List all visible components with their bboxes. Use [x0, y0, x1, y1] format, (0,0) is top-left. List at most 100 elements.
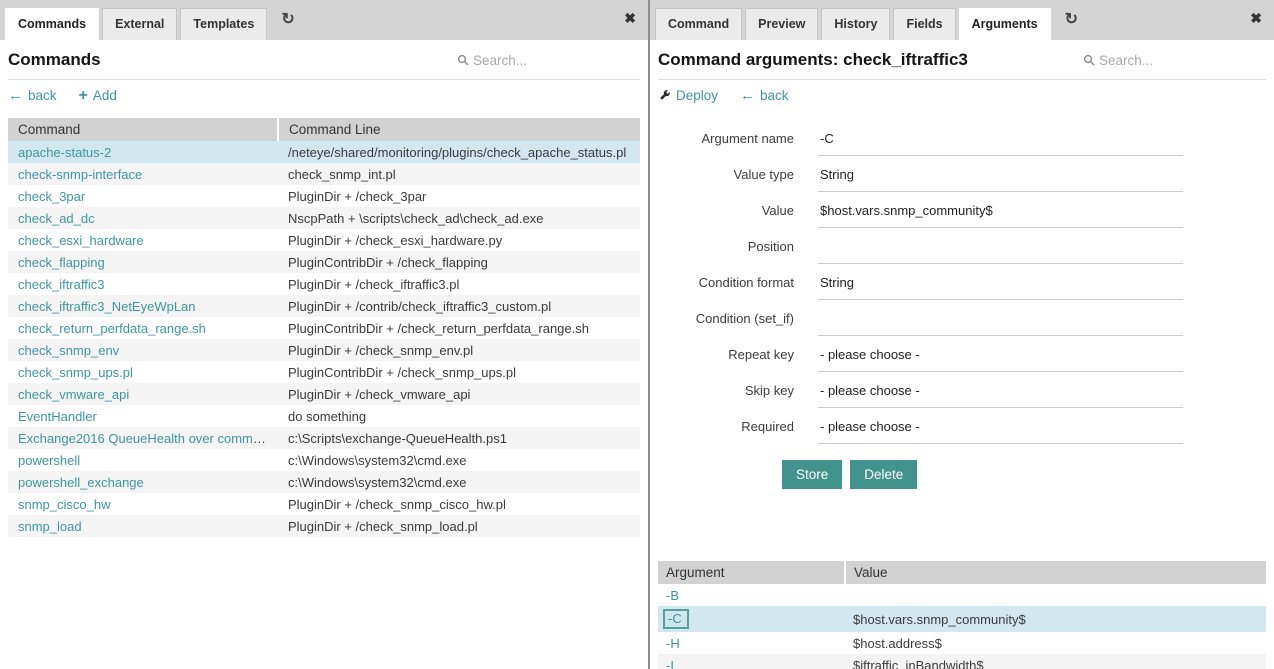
table-row[interactable]: -H $host.address$ — [658, 632, 1266, 654]
tab-commands[interactable]: Commands — [5, 8, 99, 40]
command-cell: apache-status-2 — [8, 141, 278, 163]
tab-command[interactable]: Command — [655, 8, 742, 40]
field-input[interactable] — [818, 302, 1183, 336]
table-row[interactable]: check_iftraffic3PluginDir + /check_iftra… — [8, 273, 640, 295]
left-tab-bar: CommandsExternalTemplates ↻ ✖ — [0, 0, 648, 40]
table-row[interactable]: powershell_exchangec:\Windows\system32\c… — [8, 471, 640, 493]
command-cell: check-snmp-interface — [8, 163, 278, 185]
command-link[interactable]: snmp_load — [18, 519, 82, 534]
tab-templates[interactable]: Templates — [180, 8, 267, 40]
table-row[interactable]: -C$host.vars.snmp_community$ — [658, 606, 1266, 632]
table-row[interactable]: check-snmp-interfacecheck_snmp_int.pl — [8, 163, 640, 185]
command-cell: check_flapping — [8, 251, 278, 273]
command-cell: powershell — [8, 449, 278, 471]
command-link[interactable]: check_snmp_ups.pl — [18, 365, 133, 380]
table-row[interactable]: check_esxi_hardwarePluginDir + /check_es… — [8, 229, 640, 251]
refresh-icon[interactable]: ↻ — [1065, 12, 1078, 28]
tab-fields[interactable]: Fields — [893, 8, 955, 40]
delete-button[interactable]: Delete — [850, 460, 917, 489]
table-row[interactable]: check_3parPluginDir + /check_3par — [8, 185, 640, 207]
field-input[interactable]: $host.vars.snmp_community$ — [818, 194, 1183, 228]
command-link[interactable]: Exchange2016 QueueHealth over command — [18, 431, 275, 446]
field-input[interactable]: String — [818, 266, 1183, 300]
command-link[interactable]: EventHandler — [18, 409, 97, 424]
page-title: Command arguments: check_iftraffic3 — [658, 50, 968, 70]
command-line-cell: PluginDir + /check_snmp_cisco_hw.pl — [278, 493, 640, 515]
argument-value-cell: $host.address$ — [845, 632, 1266, 654]
form-row: Value$host.vars.snmp_community$ — [658, 194, 1266, 230]
field-label: Skip key — [658, 374, 818, 410]
argument-cell: -C — [658, 606, 845, 632]
command-cell: powershell_exchange — [8, 471, 278, 493]
tab-external[interactable]: External — [102, 8, 177, 40]
table-row[interactable]: apache-status-2/neteye/shared/monitoring… — [8, 141, 640, 163]
table-row[interactable]: check_ad_dcNscpPath + \scripts\check_ad\… — [8, 207, 640, 229]
command-link[interactable]: check-snmp-interface — [18, 167, 142, 182]
command-link[interactable]: powershell — [18, 453, 80, 468]
command-link[interactable]: check_return_perfdata_range.sh — [18, 321, 206, 336]
command-line-cell: c:\Windows\system32\cmd.exe — [278, 449, 640, 471]
command-cell: check_iftraffic3_NetEyeWpLan — [8, 295, 278, 317]
plus-icon: + — [79, 89, 88, 102]
command-link[interactable]: check_iftraffic3_NetEyeWpLan — [18, 299, 196, 314]
command-link[interactable]: check_vmware_api — [18, 387, 129, 402]
tab-arguments[interactable]: Arguments — [959, 8, 1051, 40]
tab-preview[interactable]: Preview — [745, 8, 818, 40]
add-link[interactable]: + Add — [79, 88, 117, 103]
command-link[interactable]: check_esxi_hardware — [18, 233, 144, 248]
close-icon[interactable]: ✖ — [1250, 11, 1262, 25]
store-button[interactable]: Store — [782, 460, 842, 489]
field-input[interactable]: - please choose - — [818, 410, 1183, 444]
command-link[interactable]: check_3par — [18, 189, 85, 204]
tab-history[interactable]: History — [821, 8, 890, 40]
search-input[interactable] — [473, 53, 633, 68]
argument-cell: -I — [658, 654, 845, 669]
command-link[interactable]: check_flapping — [18, 255, 105, 270]
command-cell: Exchange2016 QueueHealth over command — [8, 427, 278, 449]
table-row[interactable]: Exchange2016 QueueHealth over commandc:\… — [8, 427, 640, 449]
refresh-icon[interactable]: ↻ — [281, 12, 294, 28]
left-search — [457, 53, 640, 68]
command-link[interactable]: check_iftraffic3 — [18, 277, 104, 292]
argument-link[interactable]: -C — [668, 611, 682, 626]
close-icon[interactable]: ✖ — [624, 11, 636, 25]
command-link[interactable]: check_snmp_env — [18, 343, 119, 358]
left-content: Commands ← back + Add — [0, 40, 648, 669]
commands-panel: CommandsExternalTemplates ↻ ✖ Commands ←… — [0, 0, 648, 669]
table-row[interactable]: check_snmp_envPluginDir + /check_snmp_en… — [8, 339, 640, 361]
field-input[interactable]: - please choose - — [818, 374, 1183, 408]
table-row[interactable]: EventHandlerdo something — [8, 405, 640, 427]
field-input[interactable]: String — [818, 158, 1183, 192]
table-row[interactable]: check_vmware_apiPluginDir + /check_vmwar… — [8, 383, 640, 405]
argument-link[interactable]: -H — [666, 636, 680, 651]
table-row[interactable]: check_snmp_ups.pl PluginContribDir + /che… — [8, 361, 640, 383]
deploy-link[interactable]: Deploy — [658, 88, 718, 103]
field-input[interactable] — [818, 230, 1183, 264]
table-row[interactable]: check_return_perfdata_range.shPluginCont… — [8, 317, 640, 339]
command-cell: check_snmp_env — [8, 339, 278, 361]
command-link[interactable]: check_ad_dc — [18, 211, 95, 226]
arguments-table: Argument Value -B-C$host.vars.snmp_commu… — [658, 561, 1266, 669]
table-row[interactable]: -B — [658, 584, 1266, 606]
back-link[interactable]: ← back — [8, 88, 57, 103]
field-input[interactable]: - please choose - — [818, 338, 1183, 372]
page-title: Commands — [8, 50, 101, 70]
field-input[interactable]: -C — [818, 122, 1183, 156]
command-link[interactable]: snmp_cisco_hw — [18, 497, 111, 512]
command-link[interactable]: apache-status-2 — [18, 145, 111, 160]
table-row[interactable]: check_flappingPluginContribDir + /check_… — [8, 251, 640, 273]
table-row[interactable]: check_iftraffic3_NetEyeWpLanPluginDir + … — [8, 295, 640, 317]
command-link[interactable]: powershell_exchange — [18, 475, 144, 490]
argument-link[interactable]: -B — [666, 588, 679, 603]
field-label: Condition (set_if) — [658, 302, 818, 338]
argument-link[interactable]: -I — [666, 658, 674, 669]
right-header-row: Command arguments: check_iftraffic3 — [658, 40, 1266, 80]
command-line-cell: PluginContribDir + /check_snmp_ups.pl — [278, 361, 640, 383]
back-link[interactable]: ← back — [740, 88, 789, 103]
table-row[interactable]: powershell c:\Windows\system32\cmd.exe — [8, 449, 640, 471]
table-row[interactable]: snmp_cisco_hw PluginDir + /check_snmp_cis… — [8, 493, 640, 515]
table-row[interactable]: snmp_loadPluginDir + /check_snmp_load.pl — [8, 515, 640, 537]
back-arrow-icon: ← — [8, 89, 23, 102]
table-row[interactable]: -I$iftraffic_inBandwidth$ — [658, 654, 1266, 669]
search-input[interactable] — [1099, 53, 1259, 68]
